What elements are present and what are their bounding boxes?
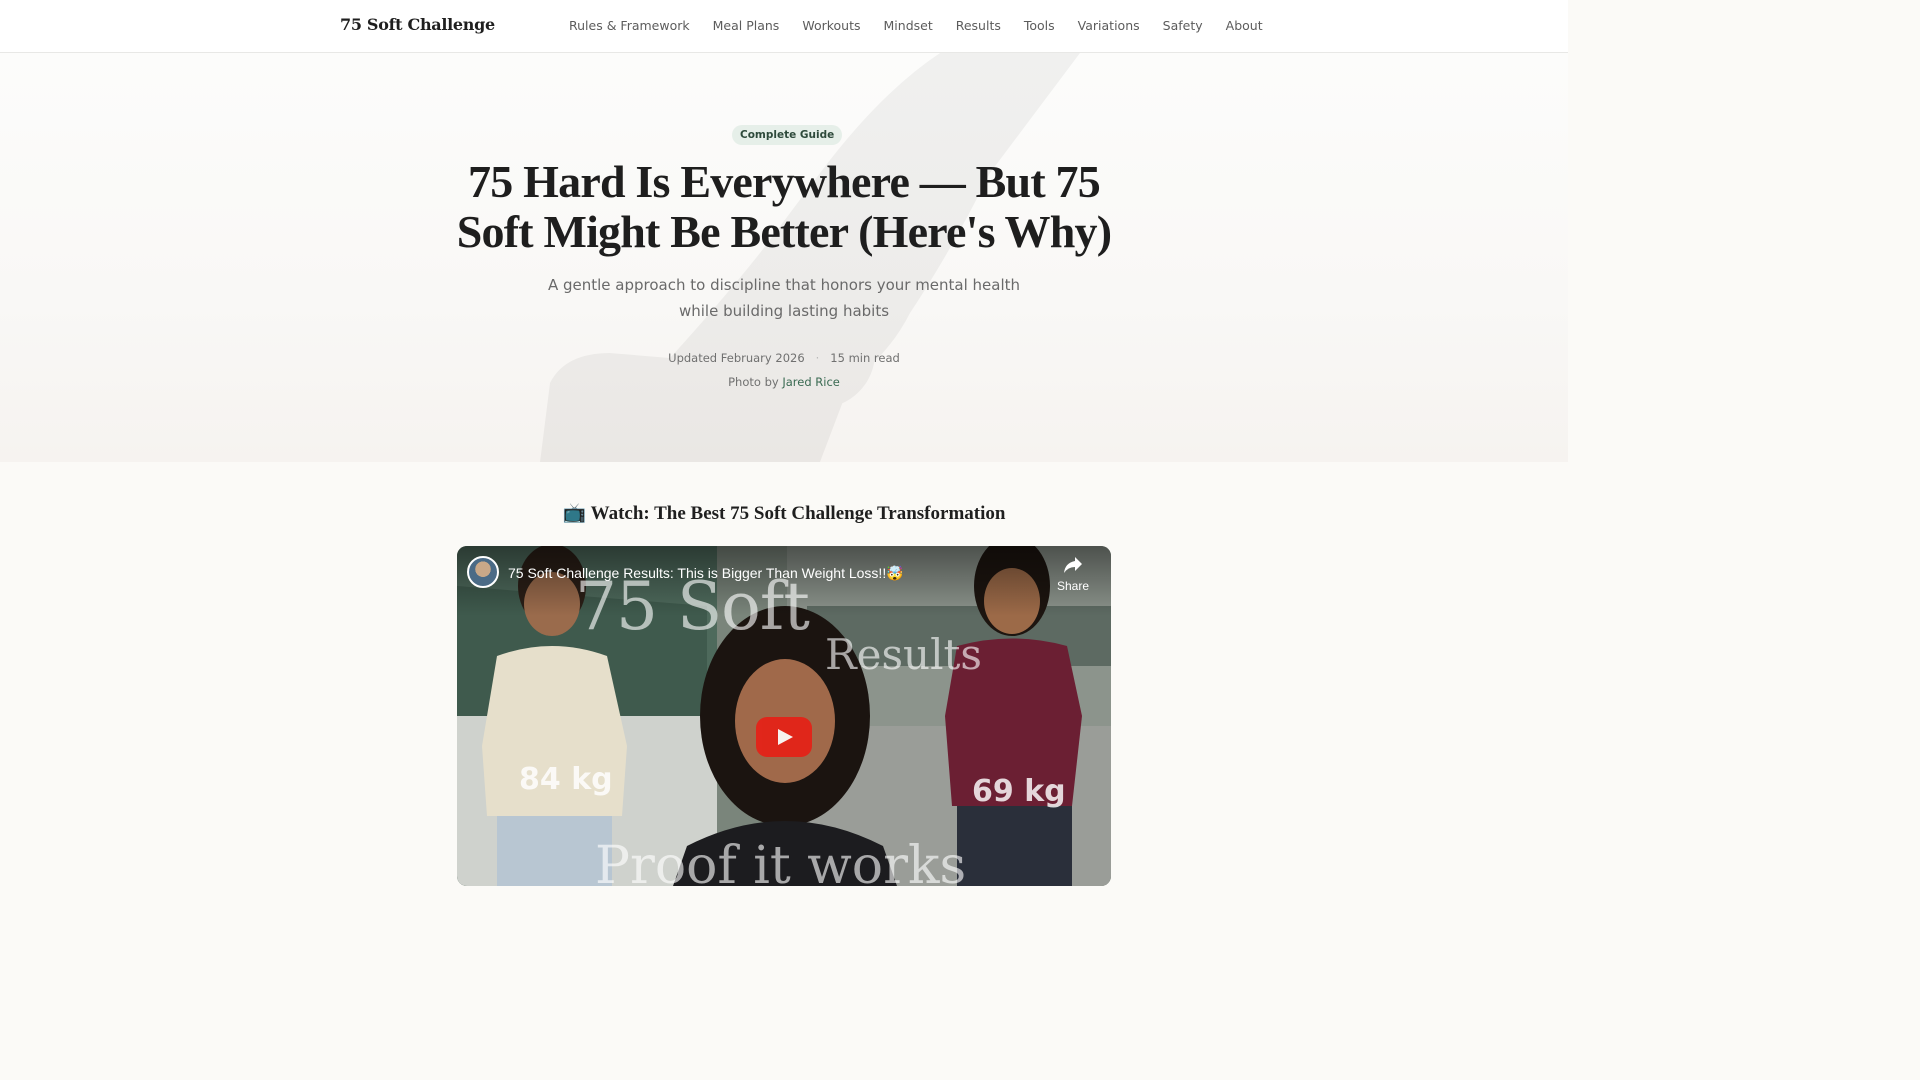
video-title[interactable]: 75 Soft Challenge Results: This is Bigge…: [508, 565, 904, 582]
updated-date: Updated February 2026: [668, 351, 805, 365]
top-navigation: 75 Soft Challenge Rules & Framework Meal…: [0, 0, 1568, 53]
page-subtitle: A gentle approach to discipline that hon…: [547, 276, 1021, 320]
nav-results[interactable]: Results: [956, 18, 1001, 33]
article-meta: Updated February 2026 · 15 min read: [534, 351, 1034, 365]
nav-mindset[interactable]: Mindset: [884, 18, 933, 33]
video-section-heading: 📺 Watch: The Best 75 Soft Challenge Tran…: [562, 503, 1006, 524]
share-button[interactable]: Share: [1055, 556, 1091, 593]
nav-links: Rules & Framework Meal Plans Workouts Mi…: [569, 18, 1263, 33]
thumbnail-bottom-text: Proof it works: [595, 836, 967, 886]
play-button[interactable]: [756, 717, 812, 757]
page-title: 75 Hard Is Everywhere — But 75 Soft Migh…: [456, 156, 1112, 257]
hero-section: Complete Guide 75 Hard Is Everywhere — B…: [0, 53, 1568, 462]
thumbnail-subtitle-text: Results: [825, 630, 982, 679]
meta-separator: ·: [815, 351, 820, 365]
nav-about[interactable]: About: [1226, 18, 1263, 33]
category-badge: Complete Guide: [732, 125, 843, 145]
youtube-video-embed[interactable]: 75 Soft Results Proof it works 84 kg 69 …: [457, 546, 1111, 886]
channel-avatar[interactable]: [467, 556, 499, 588]
nav-workouts[interactable]: Workouts: [802, 18, 860, 33]
photo-credit-link[interactable]: Jared Rice: [782, 375, 840, 389]
share-icon: [1064, 557, 1082, 573]
hero-background-photo: [540, 53, 1080, 462]
nav-safety[interactable]: Safety: [1163, 18, 1203, 33]
nav-tools[interactable]: Tools: [1024, 18, 1055, 33]
after-weight-label: 69 kg: [972, 774, 1066, 809]
before-weight-label: 84 kg: [519, 762, 613, 797]
photo-credit: Photo by Jared Rice: [534, 375, 1034, 389]
nav-meal-plans[interactable]: Meal Plans: [713, 18, 780, 33]
site-logo[interactable]: 75 Soft Challenge: [340, 15, 495, 34]
nav-variations[interactable]: Variations: [1078, 18, 1140, 33]
share-label: Share: [1056, 579, 1090, 593]
nav-rules-framework[interactable]: Rules & Framework: [569, 18, 690, 33]
photo-credit-prefix: Photo by: [728, 375, 779, 389]
read-time: 15 min read: [830, 351, 900, 365]
